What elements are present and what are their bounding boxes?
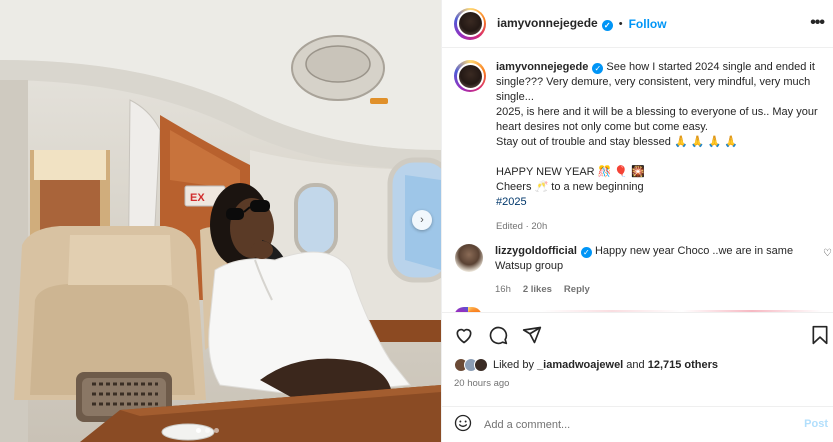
comment-meta: 16h 2 likes Reply [495,282,805,297]
carousel-next-button[interactable]: › [412,210,432,230]
author-username-text[interactable]: iamyvonnejegede [497,16,598,30]
post-photo[interactable]: EX › [0,0,441,442]
header-separator: • [618,17,623,30]
author-username[interactable]: iamyvonnejegede ✓ [497,16,613,31]
likes-middle: and [623,359,648,371]
caption-avatar[interactable] [454,60,486,92]
caption-line-2: 2025, is here and it will be a blessing … [496,106,818,133]
caption: iamyvonnejegede ✓ See how I started 2024 … [454,60,826,234]
commenter-username[interactable]: lizzygoldofficial [495,245,577,257]
photo-illustration: EX [0,0,441,442]
comment-body: lizzygoldofficial ✓ Happy new year Choco … [495,244,805,297]
likes-text: Liked by _iamadwoajewel and 12,715 other… [493,359,718,371]
comment-item: lizzygoldofficial ✓ Happy new year Choco … [454,244,826,297]
likes-summary: Liked by _iamadwoajewel and 12,715 other… [454,358,718,372]
post-comment-button[interactable]: Post [804,418,828,430]
author-avatar[interactable] [454,7,486,40]
caption-line-3: Stay out of trouble and stay blessed 🙏 🙏… [496,136,738,148]
chevron-right-icon: › [420,214,424,226]
liker-avatar [474,358,488,372]
caption-line-4: HAPPY NEW YEAR 🎊 🎈 🎇 [496,166,645,178]
follow-button[interactable]: Follow [629,17,667,31]
likes-prefix: Liked by [493,359,538,371]
comment-likes[interactable]: 2 likes [523,282,552,297]
comment-time: 16h [495,284,511,295]
bookmark-icon[interactable] [810,325,830,345]
more-options-icon[interactable]: ••• [810,14,825,32]
post-time-ago[interactable]: 20 hours ago [454,378,509,389]
verified-badge-icon: ✓ [601,20,613,31]
caption-text: iamyvonnejegede ✓ See how I started 2024 … [496,60,826,234]
post-side-panel: iamyvonnejegede ✓ • Follow ••• iamyvonnej… [441,0,833,442]
share-send-icon[interactable] [522,325,542,345]
comment-input[interactable] [484,418,784,431]
carousel-dots [196,428,219,433]
carousel-dot [214,428,219,433]
comment-bubble-icon[interactable] [488,325,508,345]
carousel-dot-active [196,428,201,433]
comment-like-heart-icon[interactable]: ♡ [823,248,832,259]
verified-badge-icon: ✓ [580,247,592,258]
hashtag-link[interactable]: #2025 [496,196,527,208]
commenter-avatar[interactable] [455,244,483,272]
exit-sign-text: EX [190,192,205,204]
caption-line-5: Cheers 🥂 to a new beginning [496,181,644,193]
post-header: iamyvonnejegede ✓ • Follow ••• [442,0,833,48]
verified-badge-icon: ✓ [592,63,604,74]
emoji-smiley-icon[interactable] [454,414,472,435]
post-actions: Liked by _iamadwoajewel and 12,715 other… [442,312,833,406]
like-heart-icon[interactable] [454,325,474,345]
likes-others-link[interactable]: 12,715 others [648,359,718,371]
liker-username[interactable]: _iamadwoajewel [537,359,623,371]
carousel-dot [205,428,210,433]
caption-username[interactable]: iamyvonnejegede [496,61,588,73]
comment-reply-button[interactable]: Reply [564,282,590,297]
comments-section[interactable]: iamyvonnejegede ✓ See how I started 2024 … [442,48,833,312]
instagram-post-dialog: EX › iamyvonnejegede ✓ • Follow ••• iamy… [0,0,833,442]
add-comment-bar: Post [442,406,833,442]
caption-meta: Edited · 20h [496,221,548,232]
